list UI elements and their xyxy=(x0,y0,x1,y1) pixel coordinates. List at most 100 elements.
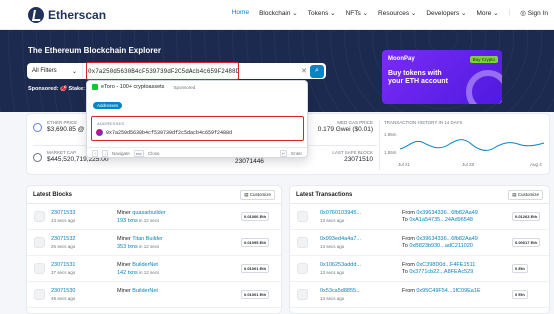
block-miner-cell: Miner BuilderNet xyxy=(117,288,158,295)
block-txns-time: in 12 secs xyxy=(137,270,160,275)
tx-from-line: From 0x39634336...6fb82Aa49 xyxy=(402,236,478,243)
tx-hash[interactable]: 0x106253addd... xyxy=(320,262,361,269)
miner-name[interactable]: BuilderNet xyxy=(132,262,158,268)
miner-label: Miner xyxy=(117,262,133,268)
tx-from[interactable]: 0xC398D0d...F4FE1511 xyxy=(416,262,475,268)
miner-label: Miner xyxy=(117,236,133,242)
enter-hint: Enter xyxy=(291,150,302,156)
addresses-filter-pill[interactable]: Addresses xyxy=(93,102,123,109)
dropdown-sponsored-item[interactable]: eToro - 100+ cryptoassets Sponsored xyxy=(92,84,195,90)
latest-transactions-panel: Latest Transactions ▤ Customize 0x076010… xyxy=(289,185,550,314)
tx-hash[interactable]: 0x0760103945... xyxy=(320,210,361,217)
customize-transactions-button[interactable]: ▤ Customize xyxy=(508,189,543,200)
miner-name[interactable]: Titan Builder xyxy=(132,236,163,242)
navigate-hint: Navigate xyxy=(112,150,130,156)
block-txns[interactable]: 142 txns xyxy=(117,270,138,276)
esc-key: esc xyxy=(133,149,144,157)
block-age: 37 secs ago xyxy=(51,270,76,275)
dropdown-ad-tag: Sponsored xyxy=(173,84,196,90)
tx-hash[interactable]: 0x993ed4a4a7... xyxy=(320,236,361,243)
tx-amount-badge: 0.00017 Eth xyxy=(512,238,541,247)
brand-name: Etherscan xyxy=(48,8,107,22)
chart-y-bottom: 1.55m xyxy=(384,150,397,155)
tx-hash[interactable]: 0x53ca5d8855... xyxy=(320,288,361,295)
transaction-history-chart[interactable]: TRANSACTION HISTORY IN 14 DAYS 1.95m 1.5… xyxy=(384,119,546,171)
tx-to[interactable]: 0xB823b930...adC211020 xyxy=(409,243,473,249)
tx-age: 13 secs ago xyxy=(320,270,345,275)
from-label: From xyxy=(402,262,417,268)
from-label: From xyxy=(402,288,417,294)
nav-developers[interactable]: Developers ⌄ xyxy=(426,9,466,17)
suggested-address: 0x7a250d5630b4cf539739df2c5dacb4c659f248… xyxy=(106,129,233,136)
address-suggestion-row[interactable]: 0x7a250d5630b4cf539739df2c5dacb4c659f248… xyxy=(96,129,232,136)
block-txns-line: 142 txns in 12 secs xyxy=(117,269,159,277)
page-title: The Ethereum Blockchain Explorer xyxy=(28,46,161,55)
chart-title: TRANSACTION HISTORY IN 14 DAYS xyxy=(384,120,463,125)
block-row: 23071530 49 secs ago Miner BuilderNet 0.01… xyxy=(27,282,281,308)
ad-headline-1: Buy tokens with xyxy=(388,70,442,77)
tx-to[interactable]: 0x3771cb22...A8FEAc529 xyxy=(409,269,473,275)
block-reward-badge: 0.01001 Eth xyxy=(241,264,270,273)
latest-transactions-header: Latest Transactions ▤ Customize xyxy=(290,186,549,204)
etherscan-logo[interactable]: Etherscan xyxy=(28,7,106,23)
customize-blocks-button[interactable]: ▤ Customize xyxy=(240,189,275,200)
latest-blocks-panel: Latest Blocks ▤ Customize 23071533 13 sec… xyxy=(26,185,282,314)
latest-blocks-title: Latest Blocks xyxy=(33,191,73,198)
address-suggestion[interactable]: ADDRESSES 0x7a250d5630b4cf539739df2c5dac… xyxy=(91,116,304,141)
nav-tokens[interactable]: Tokens ⌄ xyxy=(308,9,336,17)
latest-blocks-header: Latest Blocks ▤ Customize xyxy=(27,186,281,204)
block-txns-line: 193 txns in 12 secs xyxy=(117,217,166,225)
chart-x-label-1: Jul 21 xyxy=(398,162,411,167)
tx-from[interactable]: 0x39634336...6fb82Aa49 xyxy=(416,210,477,216)
miner-name[interactable]: quasarbuilder xyxy=(132,210,165,216)
clear-search-icon[interactable]: ✕ xyxy=(298,67,310,75)
block-age: 25 secs ago xyxy=(51,244,76,249)
sponsored-line: Sponsored: 🥩 Stake: xyxy=(28,86,85,92)
block-cube-icon xyxy=(34,237,45,248)
tx-from[interactable]: 0x95C49F54...1fC09Ea1E xyxy=(416,288,480,294)
miner-label: Miner xyxy=(117,288,133,294)
tx-to-line: To 0x3771cb22...A8FEAc529 xyxy=(402,269,475,276)
dropdown-footer: ↑ ↓ Navigate esc Close ↵ Enter xyxy=(87,147,307,158)
nav-more[interactable]: More ⌄ xyxy=(477,9,499,17)
miner-name[interactable]: BuilderNet xyxy=(132,288,158,294)
arrow-up-icon: ↑ xyxy=(92,149,98,157)
nav-separator: | xyxy=(508,9,511,16)
block-txns[interactable]: 193 txns xyxy=(117,218,138,224)
nav-sign-in[interactable]: ◎ Sign In xyxy=(520,9,548,17)
tx-to[interactable]: 0xA1a54735...24Ad96548 xyxy=(409,217,473,223)
transaction-doc-icon xyxy=(297,289,308,300)
block-number[interactable]: 23071532 xyxy=(51,236,75,243)
ad-headline: Buy tokens with your ETH account xyxy=(388,70,448,86)
tx-from-line: From 0xC398D0d...F4FE1511 xyxy=(402,262,475,269)
sponsored-label: Sponsored: xyxy=(28,86,59,92)
moonpay-ad[interactable]: MoonPay Buy Crypto Buy tokens with your … xyxy=(382,50,502,104)
chevron-down-icon: ⌄ xyxy=(71,68,77,75)
ad-buy-button[interactable]: Buy Crypto xyxy=(469,56,498,63)
filter-select[interactable]: All Filters ⌄ xyxy=(27,63,83,79)
ether-price-value[interactable]: $3,690.85 @ xyxy=(47,126,84,134)
nav-blockchain[interactable]: Blockchain ⌄ xyxy=(259,9,298,17)
nav-nfts[interactable]: NFTs ⌄ xyxy=(346,9,368,17)
block-number[interactable]: 23071531 xyxy=(51,262,75,269)
block-number-cell: 23071532 25 secs ago xyxy=(51,236,75,250)
sponsored-text[interactable]: Stake: xyxy=(68,86,85,92)
block-txns[interactable]: 353 txns xyxy=(117,244,138,250)
search-icon: ⌕ xyxy=(315,67,319,74)
block-row: 23071533 13 secs ago Miner quasarbuilder 19… xyxy=(27,204,281,230)
nav-home[interactable]: Home xyxy=(232,9,249,17)
transaction-row: 0x0760103945... 13 secs ago From 0x3963433… xyxy=(290,204,549,230)
search-button[interactable]: ⌕ xyxy=(310,64,324,78)
tx-from[interactable]: 0x39634336...6fb82Aa49 xyxy=(416,236,477,242)
etoro-icon xyxy=(92,84,98,90)
close-hint: Close xyxy=(148,150,160,156)
block-number[interactable]: 23071533 xyxy=(51,210,75,217)
middle-stat: 23071446 xyxy=(235,158,264,166)
nav-resources[interactable]: Resources ⌄ xyxy=(378,9,416,17)
enter-key-icon: ↵ xyxy=(279,149,288,157)
globe-icon xyxy=(33,153,42,162)
tx-amount-badge: 0.01263 Eth xyxy=(512,212,541,221)
arrow-down-icon: ↓ xyxy=(102,149,108,157)
block-number[interactable]: 23071530 xyxy=(51,288,75,295)
ad-headline-2: your ETH account xyxy=(388,78,448,85)
